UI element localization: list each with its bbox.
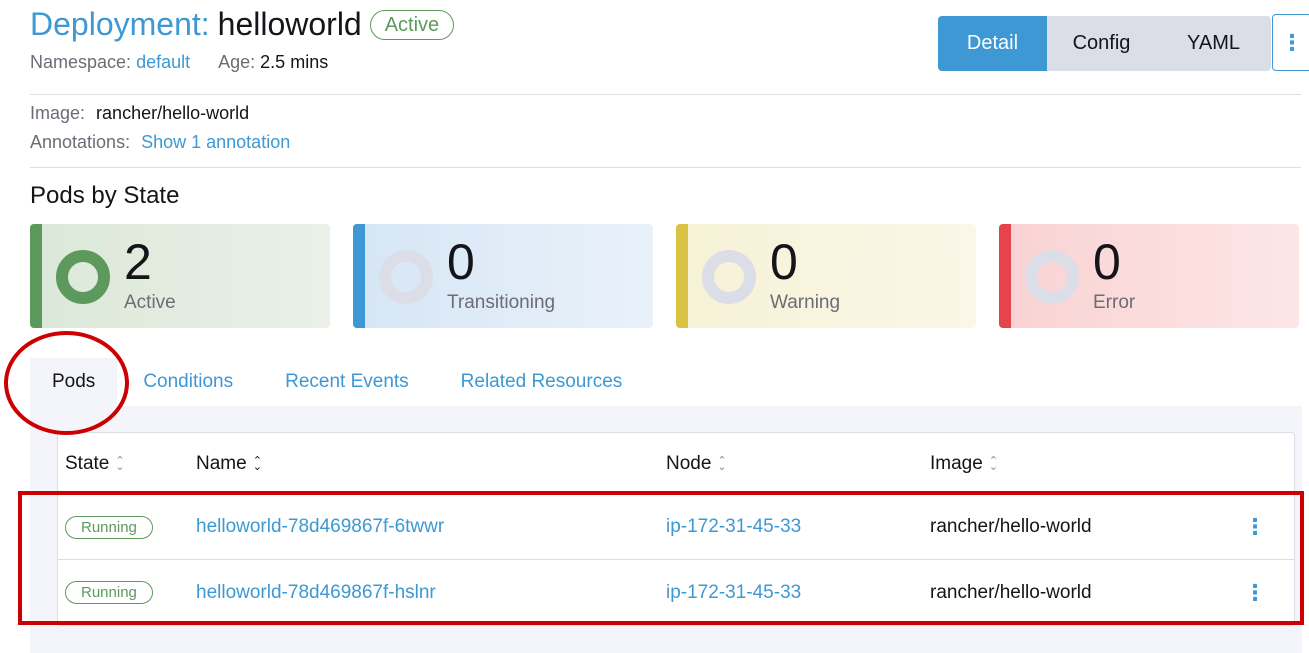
sort-icon: ⌃ ⌄ — [988, 454, 999, 473]
sort-icon: ⌃ ⌄ — [252, 454, 262, 473]
state-label: Warning — [770, 292, 841, 313]
donut-icon — [56, 250, 110, 304]
annotations-label: Annotations: — [30, 132, 131, 152]
view-toggle: Detail Config YAML — [938, 16, 1271, 71]
table-header: State ⌃ ⌄ Name ⌃ ⌄ Node ⌃ ⌄ Image ⌃ ⌄ — [58, 433, 1294, 495]
state-label: Error — [1093, 292, 1136, 313]
namespace-link[interactable]: default — [136, 52, 190, 72]
column-header-label: Image — [930, 452, 983, 474]
tab-recent-events[interactable]: Recent Events — [259, 358, 435, 406]
config-button[interactable]: Config — [1047, 16, 1156, 71]
state-card-active: 2 Active — [30, 224, 330, 328]
state-card-error: 0 Error — [999, 224, 1299, 328]
donut-icon — [702, 250, 756, 304]
state-count: 0 — [447, 234, 475, 290]
column-header-label: Name — [196, 452, 247, 474]
resource-type: Deployment: — [30, 6, 210, 42]
donut-icon — [379, 250, 433, 304]
state-count: 2 — [124, 234, 152, 290]
image-value: rancher/hello-world — [96, 103, 250, 123]
namespace-label: Namespace: — [30, 52, 132, 72]
show-annotations-link[interactable]: Show 1 annotation — [141, 132, 290, 152]
annotations-info: Annotations: Show 1 annotation — [30, 132, 290, 153]
column-header-label: State — [65, 452, 110, 474]
tab-conditions[interactable]: Conditions — [117, 358, 259, 406]
page-title: Deployment: helloworld Active — [30, 6, 455, 43]
resource-meta: Namespace: default Age: 2.5 mins — [30, 52, 356, 73]
divider — [30, 94, 1301, 95]
sort-icon: ⌃ ⌄ — [115, 454, 125, 473]
age-label: Age: — [218, 52, 256, 72]
column-header-name[interactable]: Name ⌃ ⌄ — [196, 453, 666, 475]
state-color-bar — [999, 224, 1011, 328]
status-badge: Active — [369, 9, 455, 40]
actions-menu-button[interactable]: ⋮ — [1272, 14, 1309, 71]
state-count: 0 — [770, 234, 798, 290]
divider — [30, 167, 1301, 168]
state-card-warning: 0 Warning — [676, 224, 976, 328]
age-value: 2.5 mins — [260, 52, 329, 72]
state-card-transitioning: 0 Transitioning — [353, 224, 653, 328]
column-header-label: Node — [666, 452, 712, 474]
column-header-image[interactable]: Image ⌃ ⌄ — [930, 453, 1230, 475]
tab-related-resources[interactable]: Related Resources — [435, 358, 649, 406]
sort-icon: ⌃ ⌄ — [717, 454, 727, 473]
annotation-circle — [4, 331, 129, 435]
pods-by-state-title: Pods by State — [30, 182, 180, 209]
detail-button[interactable]: Detail — [938, 16, 1047, 71]
column-header-state[interactable]: State ⌃ ⌄ — [58, 453, 196, 475]
state-label: Transitioning — [447, 292, 556, 313]
annotation-rectangle — [18, 491, 1304, 625]
state-count: 0 — [1093, 234, 1121, 290]
resource-name: helloworld — [217, 6, 362, 42]
image-label: Image: — [30, 103, 86, 123]
state-label: Active — [124, 292, 176, 313]
state-color-bar — [676, 224, 688, 328]
state-color-bar — [353, 224, 365, 328]
kebab-icon: ⋮ — [1281, 29, 1303, 55]
tab-bar: Pods Conditions Recent Events Related Re… — [30, 358, 1302, 406]
image-info: Image: rancher/hello-world — [30, 103, 249, 124]
column-header-node[interactable]: Node ⌃ ⌄ — [666, 453, 930, 475]
donut-icon — [1025, 250, 1079, 304]
state-color-bar — [30, 224, 42, 328]
yaml-button[interactable]: YAML — [1156, 16, 1271, 71]
